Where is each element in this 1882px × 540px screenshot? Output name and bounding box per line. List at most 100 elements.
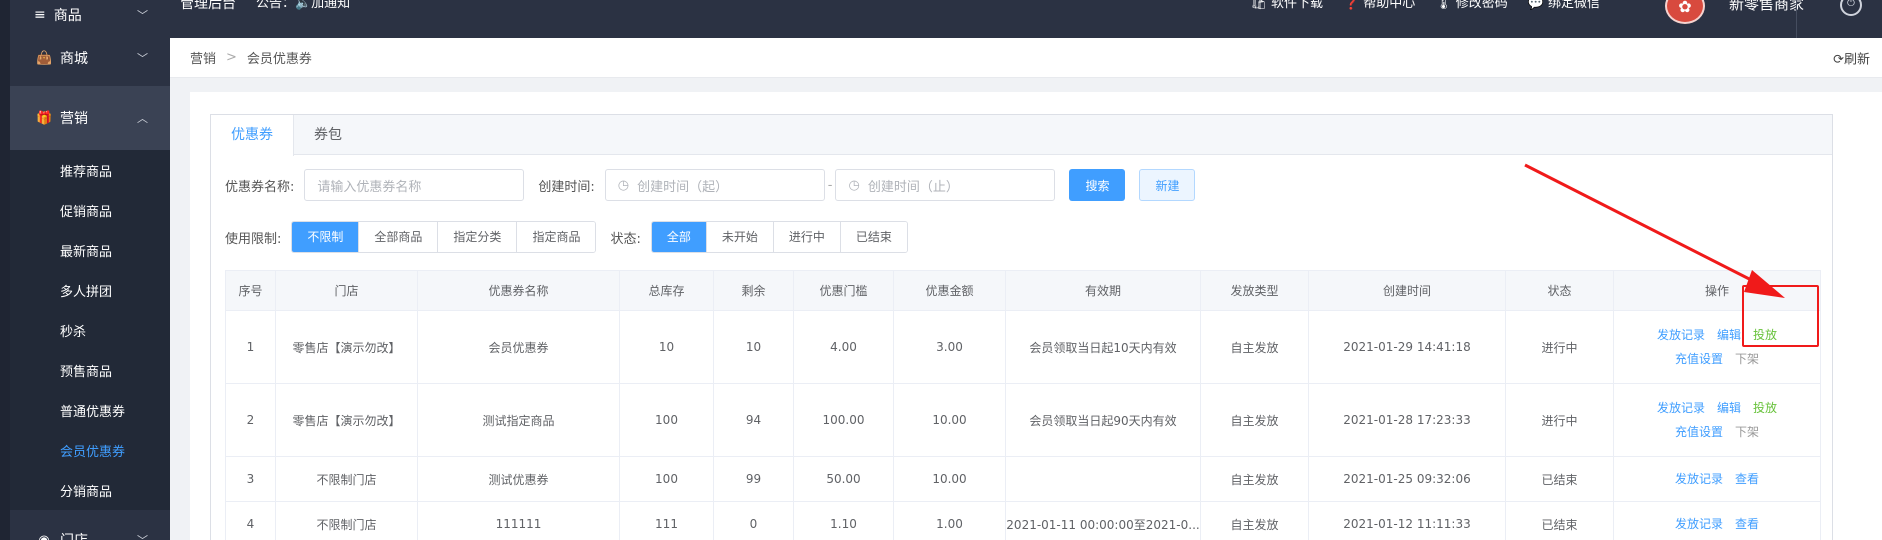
cell-store: 不限制门店 bbox=[275, 456, 418, 502]
filter-row-1: 优惠券名称: 请输入优惠券名称 创建时间: ◷ 创建时间（起） - ◷ 创建时间… bbox=[225, 169, 1196, 201]
offline-link[interactable]: 下架 bbox=[1735, 425, 1759, 439]
cell-name: 测试指定商品 bbox=[417, 383, 620, 457]
cell-left: 99 bbox=[713, 456, 794, 502]
recharge-link[interactable]: 充值设置 bbox=[1675, 425, 1723, 439]
chevron-down-icon: ﹀ bbox=[137, 532, 148, 540]
status-group: 全部 未开始 进行中 已结束 bbox=[650, 221, 908, 253]
refresh-button[interactable]: ⟳刷新 bbox=[1833, 48, 1870, 67]
sidebar-sub-newest[interactable]: 最新商品 bbox=[10, 230, 170, 270]
coupon-name-input[interactable]: 请输入优惠券名称 bbox=[304, 169, 525, 201]
sidebar-sub-presale[interactable]: 预售商品 bbox=[10, 350, 170, 390]
breadcrumb-item-marketing[interactable]: 营销 bbox=[190, 48, 216, 67]
table-row: 2 零售店【演示勿改】 测试指定商品 100 94 100.00 10.00 会… bbox=[225, 383, 1821, 457]
records-link[interactable]: 发放记录 bbox=[1657, 401, 1705, 415]
cell-total: 100 bbox=[619, 383, 714, 457]
cell-validity bbox=[1005, 456, 1201, 502]
cell-amount: 10.00 bbox=[893, 456, 1006, 502]
create-button[interactable]: 新建 bbox=[1139, 169, 1196, 201]
header-links: 🛍 软件下载 ❓ 帮助中心 🌡 修改密码 💬 绑定微信 bbox=[1251, 0, 1600, 14]
cell-type: 自主发放 bbox=[1200, 501, 1309, 540]
deliver-link[interactable]: 投放 bbox=[1753, 401, 1777, 415]
shop-logo-icon: ✿ bbox=[1678, 0, 1692, 16]
sidebar-sub-group-buy[interactable]: 多人拼团 bbox=[10, 270, 170, 310]
search-button[interactable]: 搜索 bbox=[1069, 169, 1126, 201]
cell-amount: 10.00 bbox=[893, 383, 1006, 457]
cell-left: 0 bbox=[713, 501, 794, 540]
cell-threshold: 100.00 bbox=[793, 383, 894, 457]
offline-link[interactable]: 下架 bbox=[1735, 352, 1759, 366]
shop-name[interactable]: 新零售商家 bbox=[1729, 0, 1804, 12]
col-header: 优惠门槛 bbox=[793, 270, 894, 311]
sidebar-sub-member-coupon[interactable]: 会员优惠券 bbox=[10, 430, 170, 470]
limit-option-all-goods[interactable]: 全部商品 bbox=[359, 222, 439, 252]
sidebar-sub-recommend[interactable]: 推荐商品 bbox=[10, 150, 170, 190]
cell-no: 2 bbox=[225, 383, 276, 457]
col-header: 门店 bbox=[275, 270, 418, 311]
sidebar-item-store[interactable]: ◉ 门店 ﹀ bbox=[10, 520, 170, 540]
header-link-help[interactable]: ❓ 帮助中心 bbox=[1343, 0, 1415, 14]
sidebar-item-marketing[interactable]: 🎁 营销 ︿ bbox=[10, 86, 170, 150]
limit-option-category[interactable]: 指定分类 bbox=[438, 222, 518, 252]
sidebar-sub-normal-coupon[interactable]: 普通优惠券 bbox=[10, 390, 170, 430]
table-header-row: 序号 门店 优惠券名称 总库存 剩余 优惠门槛 优惠金额 有效期 发放类型 创建… bbox=[225, 270, 1821, 311]
cell-amount: 3.00 bbox=[893, 310, 1006, 384]
cell-status: 已结束 bbox=[1505, 456, 1614, 502]
app-title: 管理后台 bbox=[180, 0, 236, 12]
tab-coupon-pack[interactable]: 券包 bbox=[294, 115, 362, 155]
avatar[interactable]: ✿ bbox=[1665, 0, 1705, 24]
col-header: 操作 bbox=[1613, 270, 1821, 311]
cell-no: 1 bbox=[225, 310, 276, 384]
view-link[interactable]: 查看 bbox=[1735, 472, 1759, 486]
records-link[interactable]: 发放记录 bbox=[1657, 328, 1705, 342]
records-link[interactable]: 发放记录 bbox=[1675, 517, 1723, 531]
sidebar-sub-flash-sale[interactable]: 秒杀 bbox=[10, 310, 170, 350]
cell-type: 自主发放 bbox=[1200, 456, 1309, 502]
cell-validity: 会员领取当日起90天内有效 bbox=[1005, 383, 1201, 457]
cell-type: 自主发放 bbox=[1200, 310, 1309, 384]
cell-created: 2021-01-29 14:41:18 bbox=[1308, 310, 1506, 384]
sidebar-item-goods[interactable]: ≡ 商品 ﹀ bbox=[10, 0, 170, 30]
cell-ops: 发放记录 编辑 投放 充值设置 下架 bbox=[1613, 383, 1821, 457]
power-icon[interactable]: ⏻ bbox=[1840, 0, 1862, 16]
notice-text[interactable]: 公告：🔈加通知 bbox=[256, 0, 350, 12]
breadcrumb-item-member-coupon: 会员优惠券 bbox=[246, 52, 312, 67]
filter-row-2: 使用限制: 不限制 全部商品 指定分类 指定商品 状态: 全部 未开始 进行中 … bbox=[225, 221, 908, 253]
tab-coupon[interactable]: 优惠券 bbox=[211, 115, 294, 156]
status-option-ongoing[interactable]: 进行中 bbox=[773, 222, 841, 252]
refresh-icon: ⟳ bbox=[1833, 52, 1844, 67]
edit-link[interactable]: 编辑 bbox=[1717, 328, 1741, 342]
deliver-link[interactable]: 投放 bbox=[1753, 328, 1777, 342]
cell-name: 会员优惠券 bbox=[417, 310, 620, 384]
header-link-download[interactable]: 🛍 软件下载 bbox=[1251, 0, 1324, 14]
col-header: 状态 bbox=[1505, 270, 1614, 311]
col-header: 总库存 bbox=[619, 270, 714, 311]
status-option-ended[interactable]: 已结束 bbox=[840, 222, 907, 252]
limit-option-goods[interactable]: 指定商品 bbox=[517, 222, 596, 252]
cell-created: 2021-01-28 17:23:33 bbox=[1308, 383, 1506, 457]
table-row: 3 不限制门店 测试优惠券 100 99 50.00 10.00 自主发放 20… bbox=[225, 456, 1821, 502]
limit-option-unlimited[interactable]: 不限制 bbox=[292, 222, 360, 252]
header-link-password[interactable]: 🌡 修改密码 bbox=[1435, 0, 1508, 14]
status-option-all[interactable]: 全部 bbox=[651, 222, 707, 252]
edit-link[interactable]: 编辑 bbox=[1717, 401, 1741, 415]
cell-status: 进行中 bbox=[1505, 310, 1614, 384]
recharge-link[interactable]: 充值设置 bbox=[1675, 352, 1723, 366]
create-time-end-input[interactable]: ◷ 创建时间（止） bbox=[835, 169, 1056, 201]
sidebar-item-label: 商品 bbox=[53, 8, 82, 24]
header-divider bbox=[1796, 0, 1797, 38]
cell-ops: 发放记录 查看 bbox=[1613, 501, 1821, 540]
status-option-not-started[interactable]: 未开始 bbox=[706, 222, 774, 252]
sidebar-item-mall[interactable]: 👜 商城 ﹀ bbox=[10, 30, 170, 86]
view-link[interactable]: 查看 bbox=[1735, 517, 1759, 531]
cell-threshold: 1.10 bbox=[793, 501, 894, 540]
records-link[interactable]: 发放记录 bbox=[1675, 472, 1723, 486]
shopping-bag-icon: 🛍 bbox=[1250, 0, 1268, 11]
col-header: 有效期 bbox=[1005, 270, 1201, 311]
sidebar-sub-distribution[interactable]: 分销商品 bbox=[10, 470, 170, 510]
main-panel: 优惠券 券包 优惠券名称: 请输入优惠券名称 创建时间: ◷ 创建时间（起） -… bbox=[190, 92, 1882, 540]
create-time-start-input[interactable]: ◷ 创建时间（起） bbox=[604, 169, 825, 201]
gift-icon: 🎁 bbox=[36, 110, 53, 126]
clock-icon: ◷ bbox=[617, 177, 630, 193]
sidebar-sub-promotion[interactable]: 促销商品 bbox=[10, 190, 170, 230]
header-link-wechat[interactable]: 💬 绑定微信 bbox=[1528, 0, 1600, 14]
